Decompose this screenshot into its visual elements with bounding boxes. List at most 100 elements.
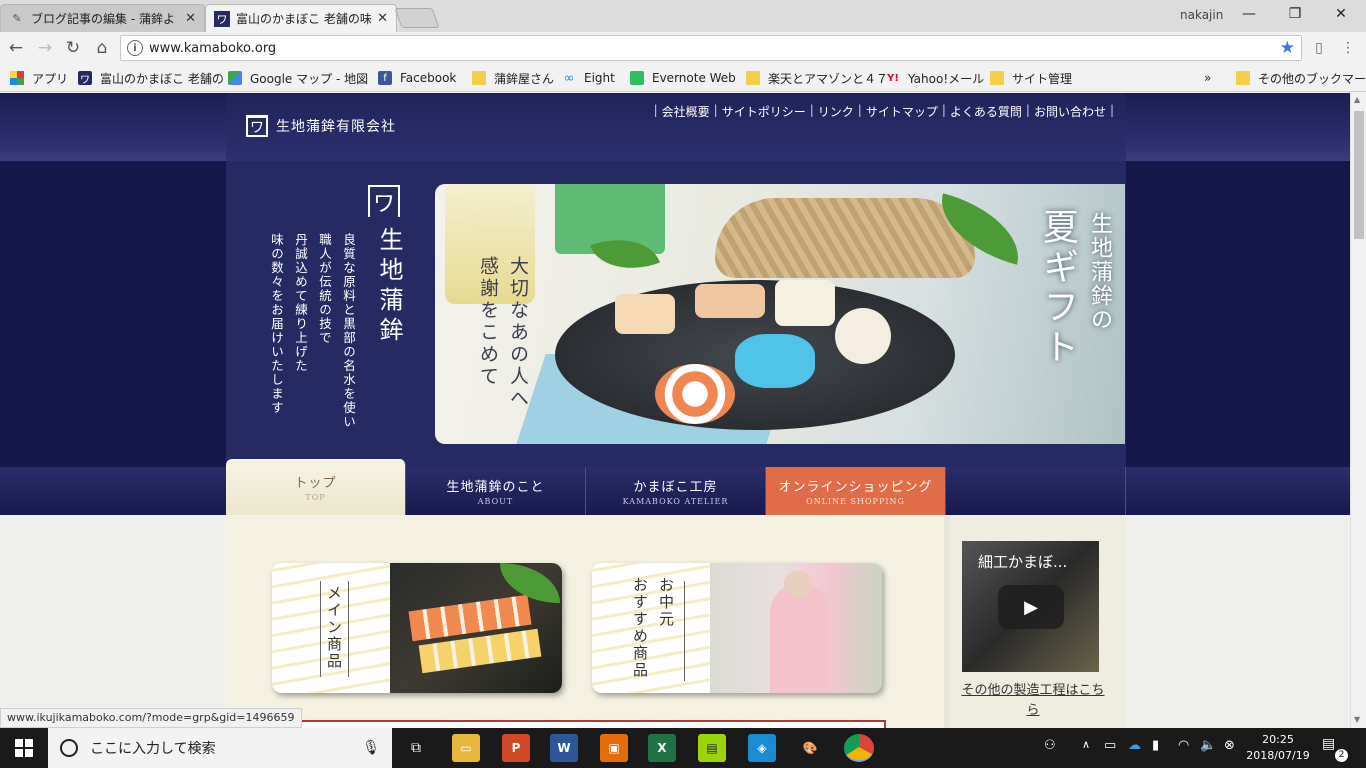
onedrive-cloud-icon[interactable]: ☁: [1128, 738, 1141, 753]
display-icon[interactable]: ▭: [1104, 738, 1116, 753]
info-icon[interactable]: i: [127, 40, 143, 56]
browser-toolbar: ← → ↻ ⌂ i www.kamaboko.org ★ ▯ ⋮: [0, 32, 1366, 64]
hero-copy-line: 味の数々をお届けいたします: [269, 233, 284, 415]
paint-app-icon[interactable]: ▣: [600, 734, 628, 762]
tab-blog-edit[interactable]: ✎ ブログ記事の編集 - 蒲鉾よ ✕: [0, 4, 205, 32]
gnav-top[interactable]: トップ TOP: [226, 459, 406, 515]
maximize-button[interactable]: ❐: [1272, 2, 1318, 26]
close-window-button[interactable]: ✕: [1318, 2, 1364, 26]
gift-copy: 大切なあの人へ 感謝をこめて: [473, 256, 533, 410]
microphone-icon[interactable]: 🎙: [362, 740, 380, 756]
bookmark-evernote[interactable]: Evernote Web: [630, 69, 736, 87]
chrome-icon[interactable]: [844, 734, 874, 762]
main-products-banner[interactable]: メイン商品: [272, 563, 562, 693]
video-player[interactable]: 細工かまぼ... ▶: [962, 541, 1099, 672]
action-center-icon[interactable]: ▤ 2: [1322, 736, 1348, 762]
scroll-thumb[interactable]: [1354, 111, 1364, 239]
play-icon[interactable]: ▶: [998, 585, 1064, 629]
yahoo-icon: Y!: [887, 72, 899, 84]
global-nav-inner: トップ TOP 生地蒲鉾のこと ABOUT かまぼこ工房 KAMABOKO AT…: [226, 459, 1126, 515]
people-icon[interactable]: ⚇: [1044, 738, 1056, 753]
gift-title-small: 生地蒲鉾の: [1087, 212, 1112, 332]
word-icon[interactable]: W: [550, 734, 578, 762]
bookmark-google-maps[interactable]: Google マップ - 地図: [228, 69, 368, 87]
reload-icon[interactable]: ↻: [61, 36, 85, 60]
other-bookmarks-folder[interactable]: その他のブックマーク: [1236, 69, 1366, 87]
gnav-sublabel: ABOUT: [477, 497, 514, 506]
page-scrollbar[interactable]: ▲ ▼: [1350, 93, 1366, 728]
utility-nav: | 会社概要 | サイトポリシー | リンク | サイトマップ | よくある質問…: [653, 103, 1114, 120]
bookmark-label: 富山のかまぼこ 老舗の: [100, 71, 224, 86]
wifi-icon[interactable]: ◠: [1178, 738, 1189, 753]
home-icon[interactable]: ⌂: [90, 36, 114, 60]
hero-copy-line: 丹誠込めて練り上げた: [293, 233, 308, 373]
banner-title-line2: おすすめ商品: [631, 577, 649, 679]
security-x-icon[interactable]: ⊗: [1224, 738, 1235, 753]
hero-gift-photo[interactable]: 大切なあの人へ 感謝をこめて 生地蒲鉾の 夏ギフト: [435, 184, 1125, 444]
bookmark-rakuten-amazon[interactable]: 楽天とアマゾンと４７: [746, 69, 888, 87]
address-bar[interactable]: i www.kamaboko.org ★: [120, 35, 1302, 61]
sushi-photo: [390, 563, 562, 693]
powerpoint-icon[interactable]: P: [502, 734, 530, 762]
ochugen-banner[interactable]: お中元 おすすめ商品: [592, 563, 882, 693]
nav-links[interactable]: リンク: [818, 103, 854, 120]
bookmark-label: アプリ: [32, 71, 69, 86]
cast-icon[interactable]: ▯: [1309, 38, 1329, 58]
app-green-icon[interactable]: ▤: [698, 734, 726, 762]
bookmark-site-admin[interactable]: サイト管理: [990, 69, 1072, 87]
bookmark-facebook[interactable]: f Facebook: [378, 69, 456, 87]
manufacturing-process-link[interactable]: その他の製造工程はこちら: [958, 681, 1108, 721]
system-clock[interactable]: 20:25 2018/07/19: [1246, 732, 1310, 764]
more-bookmarks-button[interactable]: »: [1204, 69, 1211, 87]
url-text[interactable]: www.kamaboko.org: [149, 41, 276, 56]
site-header: ワ 生地蒲鉾有限会社 | 会社概要 | サイトポリシー | リンク | サイトマ…: [0, 93, 1350, 161]
bookmark-apps[interactable]: アプリ: [10, 69, 68, 87]
back-arrow-icon[interactable]: ←: [4, 36, 28, 60]
close-tab-icon[interactable]: ✕: [377, 11, 388, 26]
battery-icon[interactable]: ▮: [1152, 738, 1159, 753]
bookmark-yahoo-mail[interactable]: Y! Yahoo!メール: [886, 69, 984, 87]
star-bookmark-icon[interactable]: ★: [1280, 38, 1295, 58]
bookmark-eight[interactable]: ∞ Eight: [562, 69, 615, 87]
tab-strip: ✎ ブログ記事の編集 - 蒲鉾よ ✕ ワ 富山のかまぼこ 老舗の味 生 ✕ na…: [0, 0, 1366, 32]
new-tab-button[interactable]: [394, 8, 440, 28]
nav-sitemap[interactable]: サイトマップ: [866, 103, 938, 120]
excel-icon[interactable]: X: [648, 734, 676, 762]
forward-arrow-icon[interactable]: →: [33, 36, 57, 60]
nav-contact[interactable]: お問い合わせ: [1034, 103, 1106, 120]
menu-kebab-icon[interactable]: ⋮: [1338, 38, 1358, 58]
close-tab-icon[interactable]: ✕: [185, 11, 196, 26]
show-hidden-icons-chevron[interactable]: ∧: [1082, 738, 1090, 751]
bookmark-label: Yahoo!メール: [908, 71, 985, 86]
gnav-atelier[interactable]: かまぼこ工房 KAMABOKO ATELIER: [586, 467, 766, 515]
minimize-button[interactable]: —: [1226, 2, 1272, 26]
tab-kamaboko[interactable]: ワ 富山のかまぼこ 老舗の味 生 ✕: [205, 4, 397, 32]
profile-name[interactable]: nakajin: [1180, 8, 1223, 22]
gnav-about[interactable]: 生地蒲鉾のこと ABOUT: [406, 467, 586, 515]
site-logo[interactable]: ワ 生地蒲鉾有限会社: [246, 115, 396, 137]
task-view-icon[interactable]: ⧉: [402, 734, 430, 762]
store-app-icon[interactable]: ◈: [748, 734, 776, 762]
gnav-online-shopping[interactable]: オンラインショッピング ONLINE SHOPPING: [766, 467, 946, 515]
bookmark-kamaboko[interactable]: ワ 富山のかまぼこ 老舗の: [78, 69, 224, 87]
paint-palette-icon[interactable]: 🎨: [796, 734, 824, 762]
bookmark-label: Eight: [584, 71, 615, 85]
folder-icon: [472, 71, 486, 85]
nav-site-policy[interactable]: サイトポリシー: [722, 103, 806, 120]
bookmark-label: Google マップ - 地図: [250, 71, 369, 86]
google-maps-icon: [228, 71, 242, 85]
summer-gift-title: 生地蒲鉾の 夏ギフト: [739, 208, 1115, 368]
scroll-up-icon[interactable]: ▲: [1354, 95, 1360, 104]
nav-company-profile[interactable]: 会社概要: [662, 103, 710, 120]
scroll-down-icon[interactable]: ▼: [1354, 715, 1360, 724]
start-button[interactable]: [0, 728, 48, 768]
chevron-double-right-icon: »: [1204, 71, 1212, 85]
taskbar-search[interactable]: ここに入力して検索 🎙: [48, 728, 392, 768]
banner-title: メイン商品: [325, 585, 343, 670]
nav-faq[interactable]: よくある質問: [950, 103, 1022, 120]
bookmark-kamaboko-shop[interactable]: 蒲鉾屋さん: [472, 69, 554, 87]
volume-icon[interactable]: 🔈: [1200, 738, 1216, 753]
bookmark-label: その他のブックマーク: [1258, 71, 1366, 86]
file-explorer-icon[interactable]: ▭: [452, 734, 480, 762]
site-favicon: ワ: [214, 10, 230, 27]
